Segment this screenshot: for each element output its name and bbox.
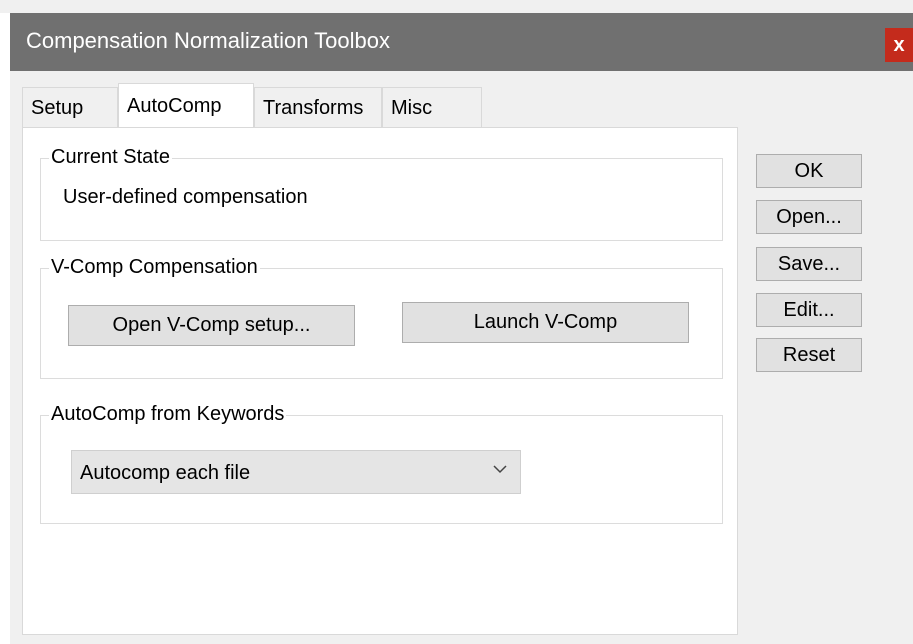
- tab-misc[interactable]: Misc: [382, 87, 482, 127]
- vcomp-label: V-Comp Compensation: [49, 254, 260, 280]
- chevron-down-icon: [493, 465, 507, 474]
- autocomp-keywords-label: AutoComp from Keywords: [49, 401, 287, 427]
- autocomp-mode-value: Autocomp each file: [80, 462, 251, 484]
- save-button[interactable]: Save...: [756, 247, 862, 281]
- dialog-window: Compensation Normalization Toolbox x Set…: [0, 0, 913, 644]
- current-state-group: Current State User-defined compensation: [40, 144, 723, 241]
- launch-vcomp-button[interactable]: Launch V-Comp: [402, 302, 689, 343]
- reset-button[interactable]: Reset: [756, 338, 862, 372]
- open-vcomp-setup-button[interactable]: Open V-Comp setup...: [68, 305, 355, 346]
- tab-setup[interactable]: Setup: [22, 87, 118, 127]
- close-icon: x: [893, 34, 905, 56]
- window-title: Compensation Normalization Toolbox: [26, 28, 391, 53]
- title-bar[interactable]: Compensation Normalization Toolbox x: [10, 13, 913, 71]
- current-state-label: Current State: [49, 144, 172, 170]
- left-frame: [0, 13, 10, 644]
- autocomp-keywords-group: AutoComp from Keywords Autocomp each fil…: [40, 401, 723, 524]
- close-button[interactable]: x: [885, 28, 913, 62]
- dialog-client-area: Setup AutoComp Transforms Misc Current S…: [10, 71, 913, 644]
- current-state-value: User-defined compensation: [63, 186, 308, 208]
- autocomp-mode-select[interactable]: Autocomp each file: [71, 450, 521, 494]
- tab-autocomp[interactable]: AutoComp: [118, 83, 254, 127]
- autocomp-panel: Current State User-defined compensation …: [22, 127, 738, 635]
- vcomp-group: V-Comp Compensation Open V-Comp setup...…: [40, 254, 723, 379]
- ok-button[interactable]: OK: [756, 154, 862, 188]
- tab-transforms[interactable]: Transforms: [254, 87, 382, 127]
- open-button[interactable]: Open...: [756, 200, 862, 234]
- edit-button[interactable]: Edit...: [756, 293, 862, 327]
